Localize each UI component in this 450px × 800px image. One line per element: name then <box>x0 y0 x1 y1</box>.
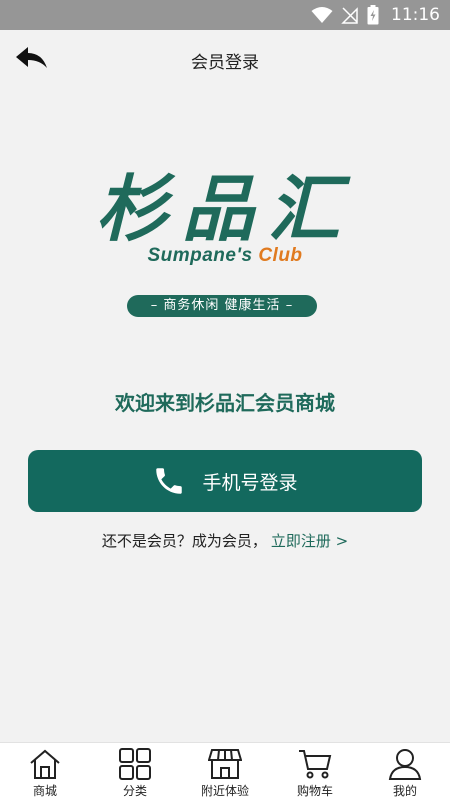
tab-label: 购物车 <box>296 784 333 798</box>
logo-english-name: Sumpane's Club <box>0 245 450 267</box>
back-arrow-icon <box>16 47 47 68</box>
status-bar: 11:16 <box>0 0 450 30</box>
page-title: 会员登录 <box>191 52 259 73</box>
home-icon <box>30 749 60 779</box>
bottom-tab-bar: 商城 分类 附近体验 购物车 我的 <box>0 742 450 800</box>
user-icon <box>388 749 422 780</box>
phone-icon <box>156 468 183 494</box>
brand-logo: 杉品汇 Sumpane's Club – 商务休闲 健康生活 – <box>0 150 450 330</box>
store-icon <box>208 749 242 779</box>
logo-english-main: Sumpane's <box>147 245 253 266</box>
register-prompt: 还不是会员？成为会员， <box>101 532 267 550</box>
tab-label: 分类 <box>122 784 147 798</box>
battery-charging-icon <box>367 5 379 25</box>
tab-mine[interactable]: 我的 <box>360 743 450 800</box>
tab-cart[interactable]: 购物车 <box>270 743 360 800</box>
tab-label: 商城 <box>32 784 57 798</box>
no-signal-icon <box>341 7 358 24</box>
logo-chinese-name: 杉品汇 <box>95 166 354 251</box>
status-time: 11:16 <box>391 5 440 25</box>
tab-nearby-experience[interactable]: 附近体验 <box>180 743 270 800</box>
logo-english-club: Club <box>258 245 303 266</box>
phone-login-button[interactable]: 手机号登录 <box>28 450 422 512</box>
tab-category[interactable]: 分类 <box>90 743 180 800</box>
tab-label: 附近体验 <box>200 784 249 798</box>
tab-label: 我的 <box>392 784 417 798</box>
tab-mall[interactable]: 商城 <box>0 743 90 800</box>
page-header: 会员登录 <box>0 30 450 90</box>
phone-login-label: 手机号登录 <box>202 471 298 494</box>
wifi-icon <box>311 7 333 23</box>
grid-icon <box>119 748 151 780</box>
logo-slogan: – 商务休闲 健康生活 – <box>127 295 317 317</box>
register-prompt-line: 还不是会员？成为会员， 立即注册 > <box>0 530 450 551</box>
register-link[interactable]: 立即注册 > <box>271 532 348 550</box>
back-button[interactable] <box>14 46 54 76</box>
welcome-text: 欢迎来到杉品汇会员商城 <box>115 391 335 415</box>
cart-icon <box>299 750 332 779</box>
